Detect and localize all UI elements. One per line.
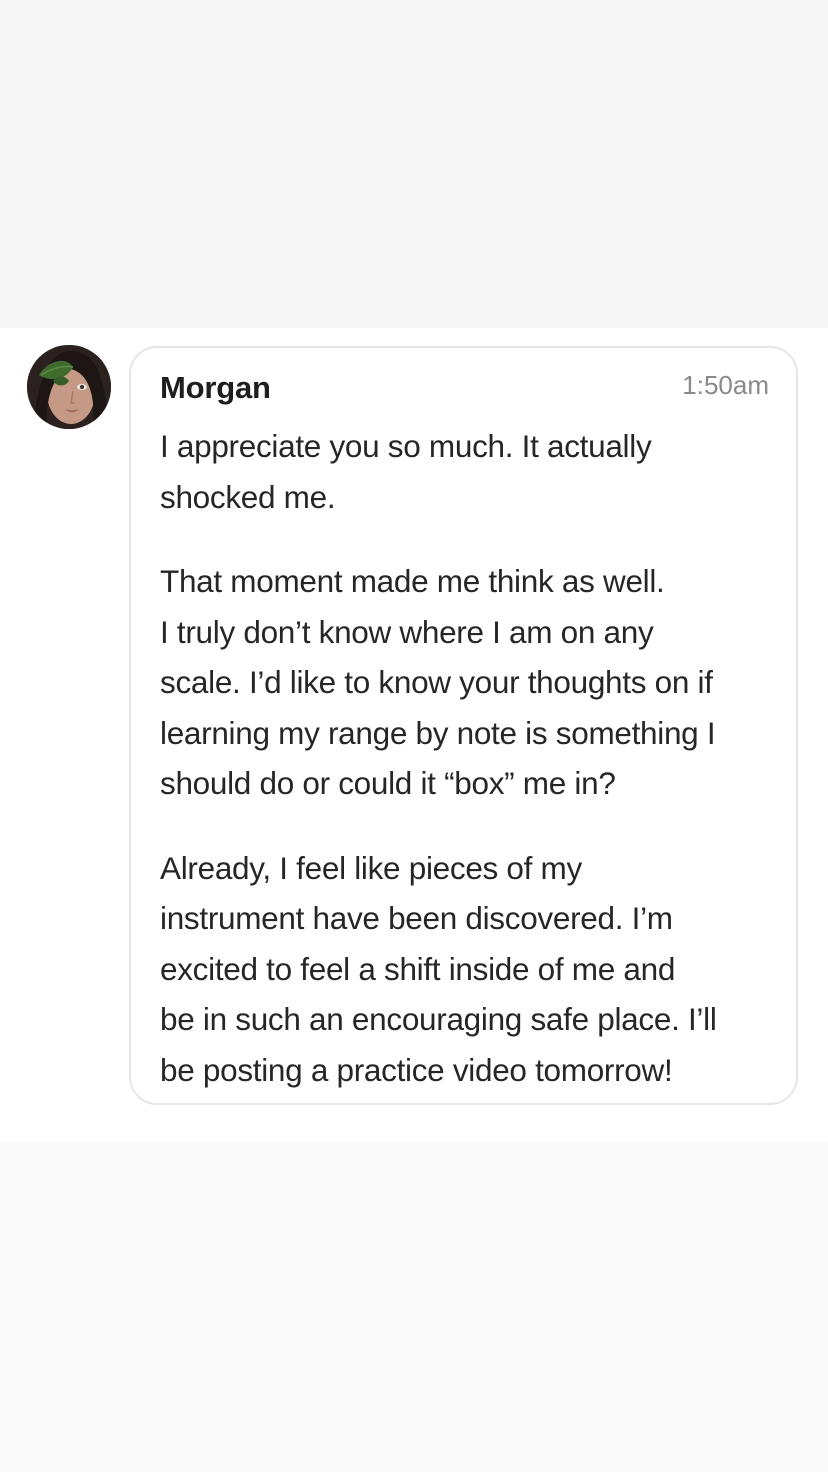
message-line: I appreciate you so much. It actually [160, 428, 652, 464]
message-line: That moment made me think as well. [160, 563, 665, 599]
message-paragraph: Already, I feel like pieces of my instru… [160, 843, 775, 1096]
top-empty-area [0, 0, 828, 328]
message-line: should do or could it “box” me in? [160, 765, 616, 801]
message-line: instrument have been discovered. I’m [160, 900, 673, 936]
message-timestamp: 1:50am [682, 370, 769, 400]
message-line: I truly don’t know where I am on any [160, 613, 654, 650]
message-line: scale. I’d like to know your thoughts on… [160, 664, 713, 700]
message-body: I appreciate you so much. It actually sh… [160, 421, 775, 1095]
message-line: be posting a practice video tomorrow! [160, 1051, 673, 1088]
author-name[interactable]: Morgan [160, 370, 271, 406]
message-line: Already, I feel like pieces of my [160, 849, 582, 886]
message-paragraph: I appreciate you so much. It actually sh… [160, 421, 775, 522]
bottom-empty-area [0, 1143, 828, 1472]
avatar-photo-icon [27, 345, 111, 429]
message-line: learning my range by note is something I [160, 714, 716, 751]
message-line: shocked me. [160, 478, 336, 515]
message-paragraph: That moment made me think as well. I tru… [160, 556, 775, 809]
message-line: excited to feel a shift inside of me and [160, 950, 676, 987]
message-bubble[interactable]: Morgan 1:50am I appreciate you so much. … [129, 346, 798, 1105]
avatar[interactable] [27, 345, 111, 429]
message-line: be in such an encouraging safe place. I’… [160, 1001, 717, 1037]
